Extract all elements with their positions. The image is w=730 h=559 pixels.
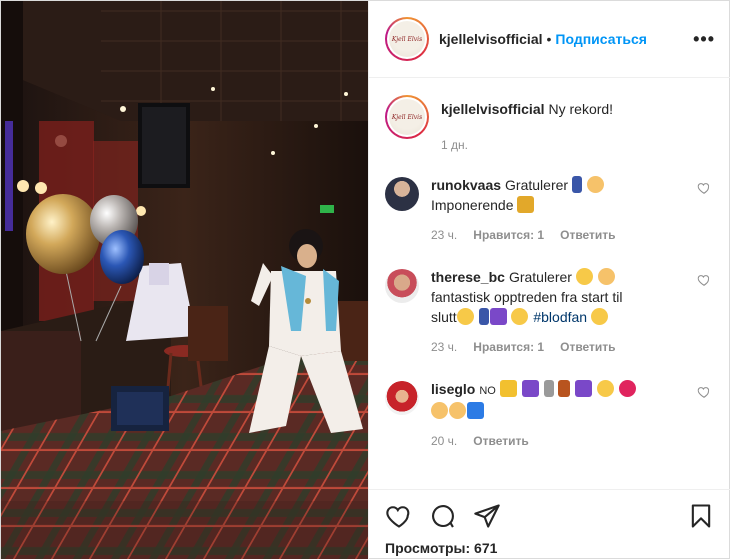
- comment-item: therese_bc Gratulerer fantastisk opptrede…: [385, 267, 715, 357]
- comment-username[interactable]: therese_bc: [431, 269, 505, 285]
- clap-emoji-icon: [449, 402, 466, 419]
- separator-dot: •: [546, 31, 552, 47]
- avatar-logo: Kjell Elvis: [391, 113, 423, 121]
- microphone-emoji-icon: [543, 380, 554, 397]
- comment-time[interactable]: 20 ч.: [431, 431, 457, 451]
- music-notes-emoji-icon: [575, 380, 593, 397]
- reply-button[interactable]: Ответить: [473, 431, 528, 451]
- star-struck-emoji-icon: [590, 308, 608, 325]
- comment-text-line2: fantastisk opptreden fra start til: [431, 289, 623, 305]
- runner-emoji-icon: [571, 176, 582, 193]
- hashtag-link[interactable]: #blodfan: [533, 309, 587, 325]
- reply-button[interactable]: Ответить: [560, 337, 615, 357]
- comment-username[interactable]: liseglo: [431, 381, 475, 397]
- guitar-emoji-icon: [558, 380, 571, 397]
- top-arrow-emoji-icon: [467, 402, 484, 419]
- caption-text: Ny rekord!: [548, 101, 614, 117]
- caption-username[interactable]: kjellelvisofficial: [441, 101, 545, 117]
- bookmark-icon[interactable]: [687, 502, 715, 530]
- comment-username[interactable]: runokvaas: [431, 177, 501, 193]
- comment-likes[interactable]: Нравится: 1: [473, 225, 544, 245]
- clap-emoji-icon: [431, 402, 448, 419]
- trophy-emoji-icon: [517, 196, 535, 213]
- post-author-avatar[interactable]: Kjell Elvis: [385, 17, 429, 61]
- star-struck-emoji-icon: [456, 308, 474, 325]
- comment-likes[interactable]: Нравится: 1: [473, 337, 544, 357]
- post-modal: Kjell Elvis kjellelvisofficial • Подписа…: [0, 0, 730, 559]
- comment-time[interactable]: 23 ч.: [431, 337, 457, 357]
- music-notes-emoji-icon: [489, 308, 507, 325]
- post-author-username[interactable]: kjellelvisofficial: [439, 31, 543, 47]
- comment-text-line3: slutt: [431, 309, 457, 325]
- post-video[interactable]: [1, 1, 368, 559]
- flag-emoji-icon: NO: [479, 385, 496, 397]
- more-options-icon[interactable]: •••: [693, 29, 715, 50]
- comment-text: Gratulerer: [508, 269, 572, 285]
- commenter-avatar[interactable]: [385, 269, 419, 303]
- comment-item: liseglo NO 20 ч. Ответить: [385, 379, 715, 451]
- star-struck-emoji-icon: [575, 268, 593, 285]
- comment-item: runokvaas Gratulerer Imponerende 23 ч. Нр…: [385, 175, 715, 245]
- post-header: Kjell Elvis kjellelvisofficial • Подписа…: [369, 1, 730, 78]
- comment-time[interactable]: 23 ч.: [431, 225, 457, 245]
- heart-icon[interactable]: [385, 502, 413, 530]
- caption-author-avatar[interactable]: Kjell Elvis: [385, 95, 429, 139]
- runner-emoji-icon: [478, 308, 489, 325]
- post-actions: Просмотры: 671: [369, 489, 730, 559]
- music-notes-emoji-icon: [521, 380, 539, 397]
- views-count[interactable]: Просмотры: 671: [385, 540, 715, 556]
- heart-emoji-icon: [619, 380, 637, 397]
- comment-like-heart-icon[interactable]: [697, 273, 711, 287]
- commenter-avatar[interactable]: [385, 381, 419, 415]
- avatar-logo: Kjell Elvis: [391, 35, 423, 43]
- comment-like-heart-icon[interactable]: [697, 181, 711, 195]
- reply-button[interactable]: Ответить: [560, 225, 615, 245]
- stage-scene-image: [1, 1, 368, 559]
- caption-time[interactable]: 1 дн.: [441, 135, 468, 155]
- crown-emoji-icon: [499, 380, 517, 397]
- sunglasses-emoji-icon: [511, 308, 529, 325]
- clap-emoji-icon: [586, 176, 604, 193]
- comment-icon[interactable]: [429, 502, 457, 530]
- grin-emoji-icon: [597, 380, 615, 397]
- paper-plane-icon[interactable]: [473, 502, 501, 530]
- post-caption: Kjell Elvis kjellelvisofficial Ny rekord!…: [385, 95, 715, 155]
- comment-text: Gratulerer: [505, 177, 569, 193]
- clap-emoji-icon: [597, 268, 615, 285]
- follow-button[interactable]: Подписаться: [555, 31, 647, 47]
- comment-text-line2: Imponerende: [431, 197, 514, 213]
- post-side-panel: Kjell Elvis kjellelvisofficial • Подписа…: [368, 1, 730, 559]
- commenter-avatar[interactable]: [385, 177, 419, 211]
- comments-list[interactable]: Kjell Elvis kjellelvisofficial Ny rekord!…: [369, 79, 730, 489]
- comment-like-heart-icon[interactable]: [697, 385, 711, 399]
